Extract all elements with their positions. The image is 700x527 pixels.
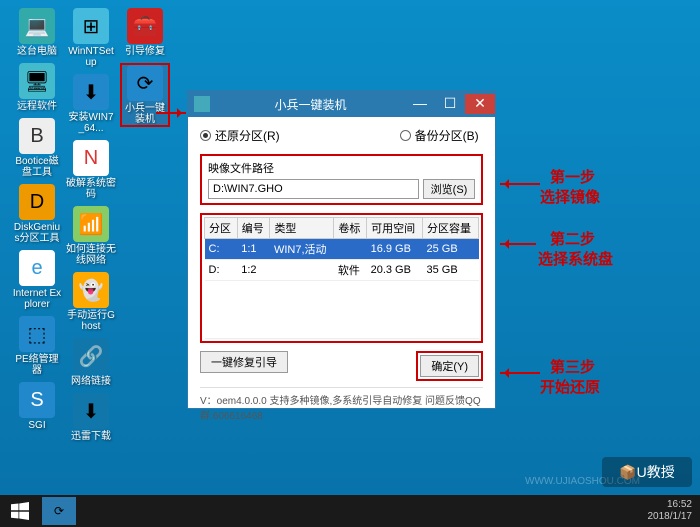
step3-title: 第三步 (550, 356, 595, 377)
window-body: 还原分区(R) 备份分区(B) 映像文件路径 浏览(S) 分区 编号 类型 卷标 (188, 117, 495, 432)
image-path-section: 映像文件路径 浏览(S) (200, 154, 483, 205)
step2-title: 第二步 (550, 228, 595, 249)
ok-button[interactable]: 确定(Y) (420, 355, 479, 377)
desktop-icon-password-crack[interactable]: N破解系统密码 (66, 140, 116, 200)
brand-logo: 📦 U教授 (602, 457, 692, 487)
step2-text: 选择系统盘 (538, 248, 613, 269)
th-type[interactable]: 类型 (270, 218, 334, 239)
table-row[interactable]: D:1:2软件20.3 GB35 GB (205, 260, 479, 281)
backup-radio[interactable]: 备份分区(B) (400, 127, 479, 144)
desktop-icon-network[interactable]: 🔗网络链接 (66, 338, 116, 387)
window-title: 小兵一键装机 (216, 96, 405, 113)
th-label[interactable]: 卷标 (334, 218, 367, 239)
th-index[interactable]: 编号 (237, 218, 270, 239)
desktop-icon-ie[interactable]: eInternet Explorer (12, 250, 62, 310)
path-label: 映像文件路径 (208, 160, 475, 176)
desktop-icon-thunder[interactable]: ⬇迅雷下载 (66, 393, 116, 442)
icon-col-1: 💻这台电脑 🖥远程软件 BBootice磁盘工具 DDiskGenius分区工具… (12, 8, 62, 437)
desktop-icon-diskgenius[interactable]: DDiskGenius分区工具 (12, 184, 62, 244)
arrow-step1 (500, 183, 540, 185)
desktop-icon-computer[interactable]: 💻这台电脑 (12, 8, 62, 57)
path-input[interactable] (208, 179, 419, 199)
icon-col-2: ⊞WinNTSetup ⬇安装WIN7_64... N破解系统密码 📶如何连接无… (66, 8, 116, 448)
desktop-icon-ghost[interactable]: 👻手动运行Ghost (66, 272, 116, 332)
desktop-icon-winntsetup[interactable]: ⊞WinNTSetup (66, 8, 116, 68)
close-button[interactable]: ✕ (465, 94, 495, 114)
step1-text: 选择镜像 (540, 186, 600, 207)
titlebar[interactable]: 小兵一键装机 — ☐ ✕ (188, 91, 495, 117)
partition-table-section: 分区 编号 类型 卷标 可用空间 分区容量 C:1:1WIN7,活动16.9 G… (200, 213, 483, 343)
windows-icon (11, 502, 29, 520)
step1-title: 第一步 (550, 166, 595, 187)
maximize-button[interactable]: ☐ (435, 94, 465, 114)
tray-date: 2018/1/17 (648, 511, 693, 523)
desktop-icon-installer[interactable]: ⟳小兵一键装机 (120, 63, 170, 127)
desktop-icon-bootice[interactable]: BBootice磁盘工具 (12, 118, 62, 178)
th-cap[interactable]: 分区容量 (423, 218, 479, 239)
taskbar-app[interactable]: ⟳ (42, 497, 76, 525)
minimize-button[interactable]: — (405, 94, 435, 114)
desktop-icon-pe-net[interactable]: ⬚PE络管理器 (12, 316, 62, 376)
tray-time: 16:52 (648, 499, 693, 511)
taskbar: ⟳ 16:52 2018/1/17 (0, 495, 700, 527)
repair-boot-button[interactable]: 一键修复引导 (200, 351, 288, 373)
arrow-step3 (500, 372, 540, 374)
system-tray[interactable]: 16:52 2018/1/17 (648, 499, 700, 523)
step3-text: 开始还原 (540, 376, 600, 397)
desktop-icon-wifi-help[interactable]: 📶如何连接无线网络 (66, 206, 116, 266)
icon-col-3: 🧰引导修复 ⟳小兵一键装机 (120, 8, 170, 133)
desktop: 💻这台电脑 🖥远程软件 BBootice磁盘工具 DDiskGenius分区工具… (0, 0, 700, 527)
desktop-icon-sgi[interactable]: SSGI (12, 382, 62, 431)
browse-button[interactable]: 浏览(S) (423, 179, 475, 199)
version-text: V：oem4.0.0.0 支持多种镜像,多系统引导自动修复 问题反馈QQ群:60… (200, 387, 483, 422)
th-free[interactable]: 可用空间 (367, 218, 423, 239)
desktop-icon-win7-install[interactable]: ⬇安装WIN7_64... (66, 74, 116, 134)
desktop-icon-boot-repair[interactable]: 🧰引导修复 (120, 8, 170, 57)
app-window: 小兵一键装机 — ☐ ✕ 还原分区(R) 备份分区(B) 映像文件路径 浏览(S… (187, 90, 496, 409)
restore-radio[interactable]: 还原分区(R) (200, 127, 280, 144)
arrow-step2 (500, 243, 536, 245)
partition-table: 分区 编号 类型 卷标 可用空间 分区容量 C:1:1WIN7,活动16.9 G… (204, 217, 479, 339)
table-row[interactable]: C:1:1WIN7,活动16.9 GB25 GB (205, 239, 479, 260)
desktop-icon-remote[interactable]: 🖥远程软件 (12, 63, 62, 112)
app-icon (194, 96, 210, 112)
start-button[interactable] (0, 495, 40, 527)
th-partition[interactable]: 分区 (205, 218, 238, 239)
arrow-launch (156, 112, 186, 114)
